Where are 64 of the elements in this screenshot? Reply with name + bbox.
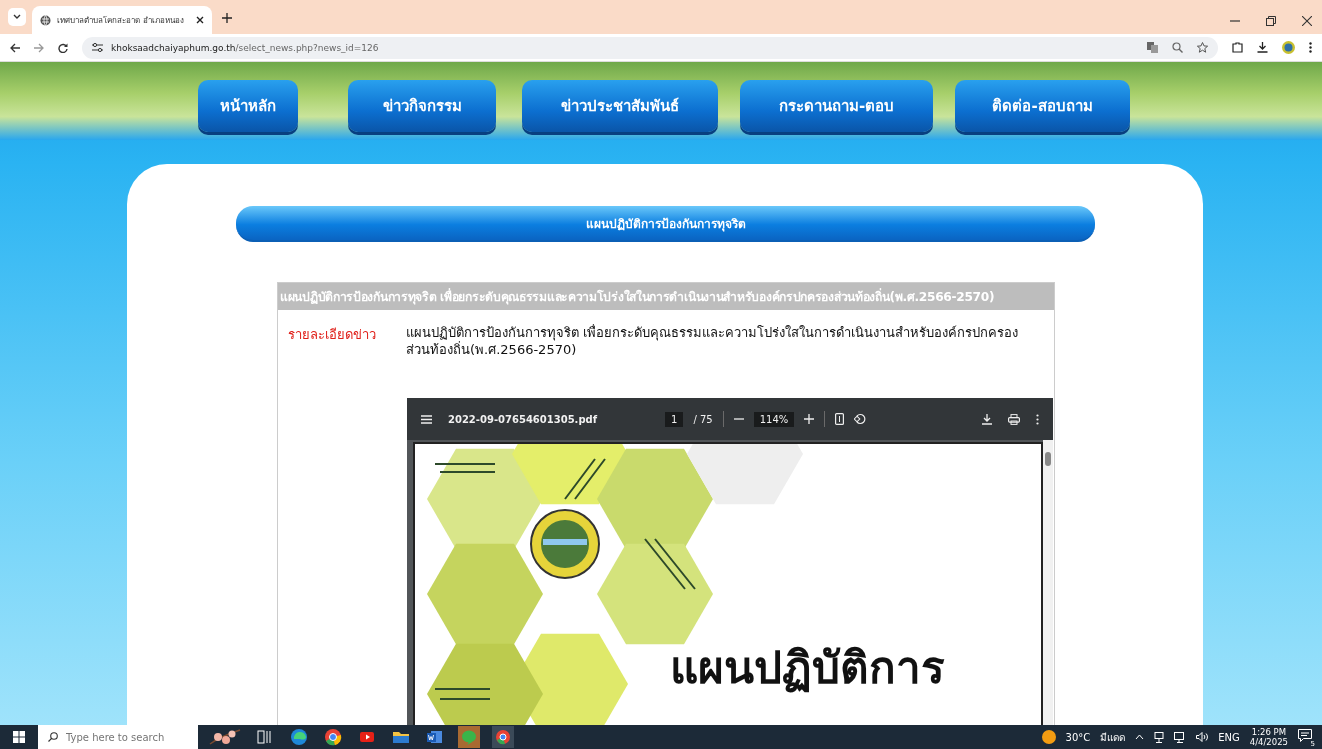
globe-icon bbox=[40, 14, 51, 26]
language-indicator[interactable]: ENG bbox=[1218, 731, 1240, 743]
nav-button[interactable]: ข่าวประชาสัมพันธ์ bbox=[522, 80, 718, 132]
edge-icon bbox=[288, 726, 310, 748]
chat-bubble-icon bbox=[458, 726, 480, 748]
nav-button[interactable]: ข่าวกิจกรรม bbox=[348, 80, 496, 132]
windows-icon bbox=[13, 731, 25, 743]
chevron-up-icon[interactable] bbox=[1135, 734, 1145, 740]
zoom-in-icon[interactable] bbox=[804, 414, 815, 424]
address-bar[interactable]: khoksaadchaiyaphum.go.th/select_news.php?news_id=126 bbox=[82, 36, 1218, 59]
more-icon[interactable] bbox=[1309, 42, 1312, 53]
network-icon[interactable] bbox=[1174, 731, 1187, 743]
news-title: แผนปฏิบัติการป้องกันการทุจริต เพื่อยกระดับคุณธรรมและความโปร่งใสในการดำเนินงานสำหรับองค์กรปกครองส่วนท้องถิ่น(พ.ศ.2566-2570) bbox=[278, 283, 1054, 310]
rotate-icon[interactable] bbox=[854, 413, 867, 425]
detail-text: แผนปฏิบัติการป้องกันการทุจริต เพื่อยกระดับคุณธรรมและความโปร่งใสในการดำเนินงานสำหรับองค์กรปกครองส่วนท้องถิ่น(พ.ศ.2566-2570) bbox=[406, 324, 1020, 358]
tab-title: เทศบาลตำบลโคกสะอาด อำเภอหนอง bbox=[57, 14, 185, 27]
taskbar-search-field[interactable]: Type here to search bbox=[38, 725, 198, 749]
restore-icon[interactable] bbox=[1266, 16, 1276, 26]
taskbar-app-button[interactable] bbox=[322, 726, 344, 748]
pdf-filename: 2022-09-07654601305.pdf bbox=[448, 413, 598, 425]
url-text: khoksaadchaiyaphum.go.th/select_news.php?news_id=126 bbox=[111, 42, 379, 53]
chrome-icon bbox=[322, 726, 344, 748]
extensions-icon[interactable] bbox=[1232, 42, 1243, 53]
close-icon[interactable] bbox=[1302, 16, 1312, 26]
tab-search-button[interactable] bbox=[8, 8, 26, 26]
download-icon[interactable] bbox=[1257, 42, 1268, 53]
clock-time[interactable]: 1:26 PM bbox=[1251, 727, 1287, 737]
avatar-icon[interactable] bbox=[1282, 41, 1295, 54]
print-icon[interactable] bbox=[1008, 413, 1020, 425]
forward-icon[interactable] bbox=[34, 42, 44, 53]
taskbar-app-button[interactable] bbox=[288, 726, 310, 748]
page-heading: แผนปฏิบัติการ bbox=[670, 641, 945, 695]
page-count: / 75 bbox=[693, 413, 713, 425]
weather-condition: มีแดด bbox=[1100, 730, 1126, 745]
fit-page-icon[interactable] bbox=[835, 413, 845, 425]
nav-button[interactable]: หน้าหลัก bbox=[198, 80, 298, 132]
chevron-down-icon bbox=[13, 14, 21, 20]
translate-icon[interactable] bbox=[1147, 42, 1158, 53]
scrollbar[interactable] bbox=[1043, 440, 1053, 725]
nav-button[interactable]: กระดานถาม-ตอบ bbox=[740, 80, 933, 132]
page-number-field[interactable]: 1 bbox=[665, 411, 684, 427]
reload-icon[interactable] bbox=[58, 42, 68, 53]
chrome-profile-icon bbox=[492, 726, 514, 748]
speaker-icon[interactable] bbox=[1196, 732, 1209, 742]
plus-icon bbox=[222, 13, 232, 23]
site-settings-icon[interactable] bbox=[92, 43, 103, 52]
taskbar-app-button[interactable] bbox=[492, 726, 514, 748]
close-icon[interactable] bbox=[196, 16, 204, 24]
clock-date[interactable]: 4/4/2025 bbox=[1249, 737, 1288, 747]
scroll-thumb[interactable] bbox=[1045, 452, 1051, 466]
sun-icon bbox=[1041, 730, 1056, 744]
section-title: แผนปฏิบัติการป้องกันการทุจริต bbox=[236, 206, 1095, 242]
zoom-icon[interactable] bbox=[1172, 42, 1183, 53]
nav-button[interactable]: ติดต่อ-สอบถาม bbox=[955, 80, 1130, 132]
star-icon[interactable] bbox=[1197, 42, 1208, 53]
back-icon[interactable] bbox=[10, 42, 20, 53]
blossom-icon bbox=[208, 728, 242, 746]
zoom-field[interactable]: 114% bbox=[753, 411, 795, 427]
notification-icon bbox=[1298, 729, 1312, 742]
detail-label: รายละเอียดข่าว bbox=[288, 326, 377, 344]
weather-temperature: 30°C bbox=[1065, 731, 1091, 743]
menu-icon[interactable] bbox=[421, 414, 432, 424]
browser-tab[interactable]: เทศบาลตำบลโคกสะอาด อำเภอหนอง bbox=[32, 6, 212, 34]
more-icon[interactable] bbox=[1036, 413, 1039, 425]
